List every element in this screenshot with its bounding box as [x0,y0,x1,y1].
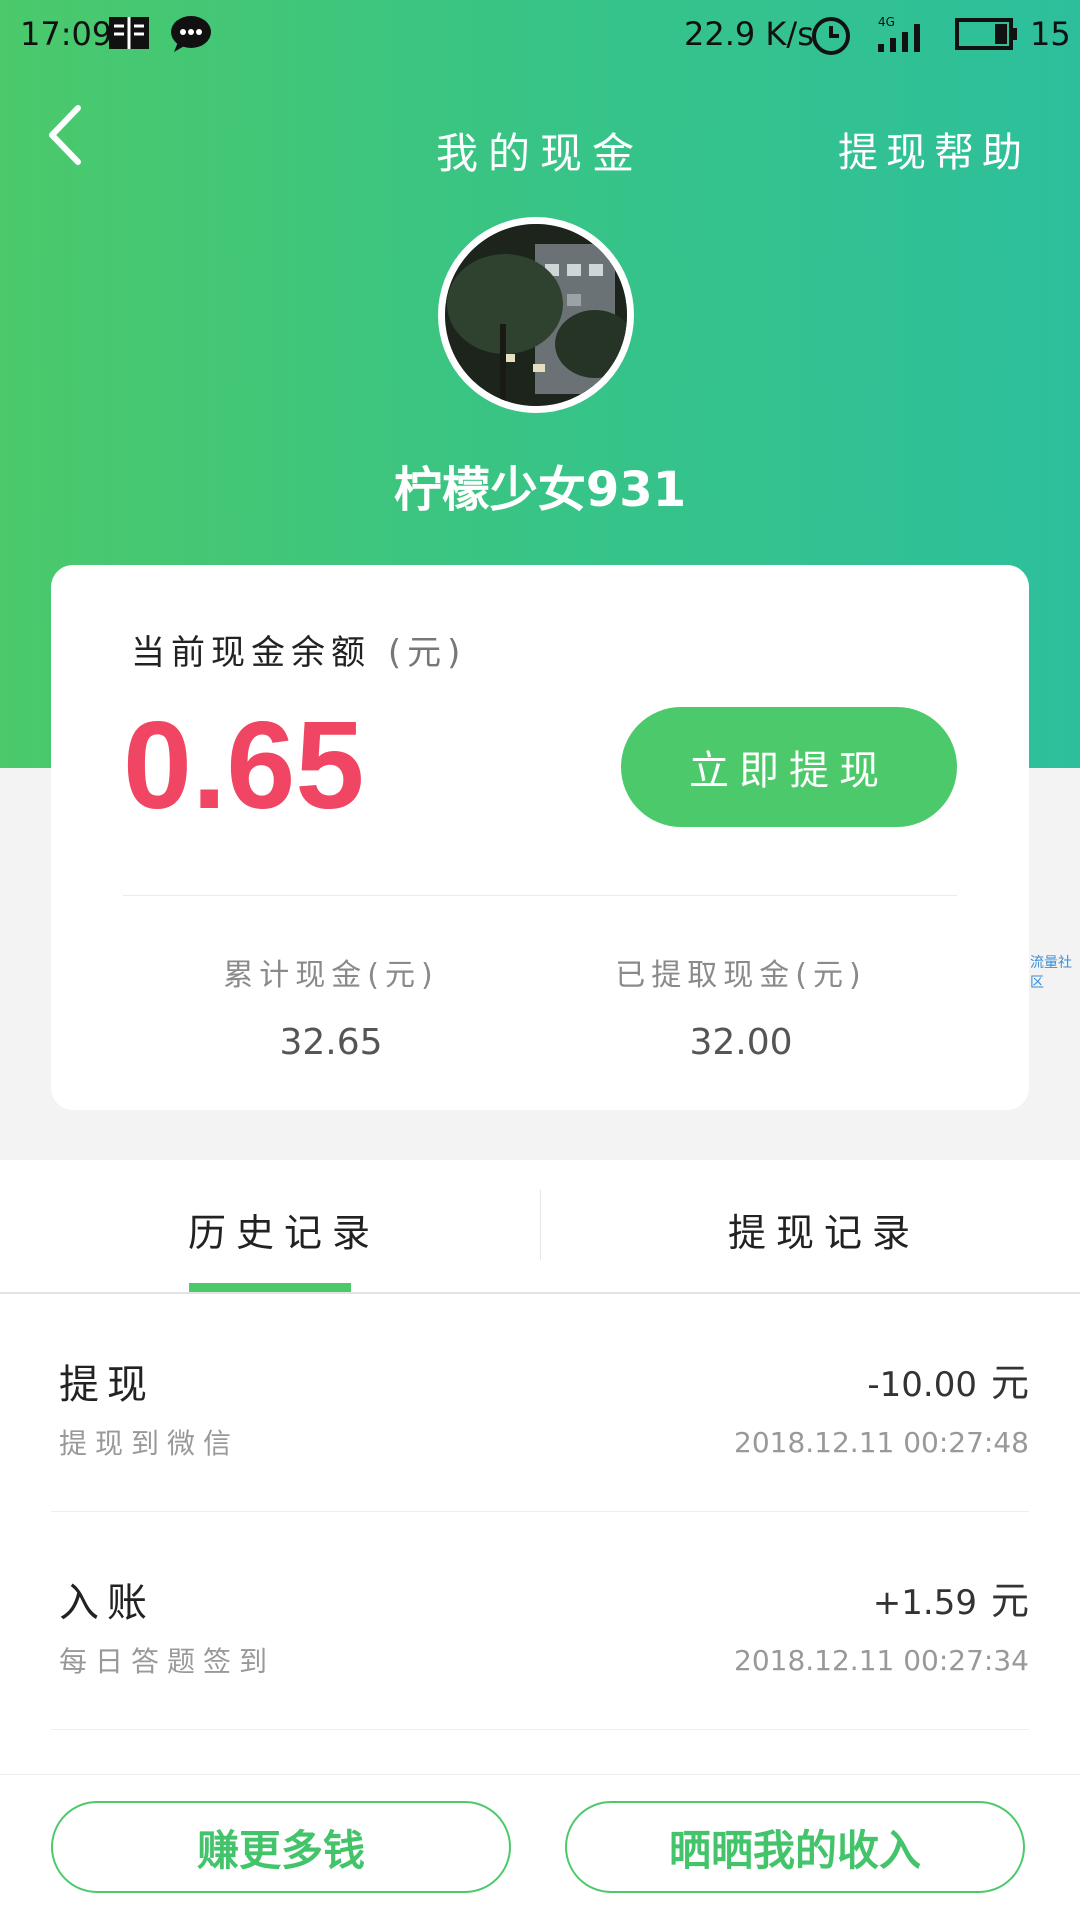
status-time: 17:09 [20,15,113,53]
watermark-text: 流量社区 [1030,955,1072,991]
battery-icon [955,14,1019,58]
record-amount-unit: 元 [990,1579,1029,1623]
record-list: 提现 提现到微信 -10.00 元 2018.12.11 00:27:48 入账 … [0,1294,1080,1774]
total-cash-label-text: 累计现金 [223,958,368,993]
withdrawn-cash-label-text: 已提取现金 [615,958,796,993]
record-amount: -10.00 元 [867,1352,1029,1407]
signal-icon: 4G [876,14,930,58]
withdrawn-cash-unit: (元) [795,958,867,993]
record-description: 提现到微信 [59,1427,240,1460]
tab-withdraw-records[interactable]: 提现记录 [728,1202,920,1257]
page-title: 我的现金 [435,129,644,178]
chevron-left-icon [49,105,81,165]
balance-label: 当前现金余额 (元) [131,625,466,674]
record-amount-value: -10.00 [867,1365,977,1405]
balance-card: 当前现金余额 (元) 0.65 立即提现 累计现金(元) 32.65 已提取现金… [51,565,1029,1110]
record-description: 每日答题签到 [59,1645,276,1678]
record-title: 提现 [59,1362,155,1408]
share-income-button[interactable]: 晒晒我的收入 [565,1801,1025,1893]
total-cash-label: 累计现金(元) [181,950,481,994]
avatar-photo [445,224,627,406]
withdrawn-cash-label: 已提取现金(元) [591,950,891,994]
list-item[interactable]: 入账 每日答题签到 +1.59 元 2018.12.11 00:27:34 [51,1512,1029,1730]
bottom-action-bar: 赚更多钱 晒晒我的收入 [0,1774,1080,1921]
svg-text:4G: 4G [878,15,895,29]
total-cash-stat: 累计现金(元) 32.65 [181,950,481,1063]
record-title: 入账 [59,1580,155,1626]
back-button[interactable] [40,100,100,170]
balance-value: 0.65 [123,697,365,835]
withdraw-help-link[interactable]: 提现帮助 [838,120,1030,178]
balance-label-text: 当前现金余额 [131,633,371,673]
record-tabs: 历史记录 提现记录 [0,1160,1080,1294]
record-amount-unit: 元 [990,1361,1029,1405]
chat-bubble-icon [170,14,212,58]
tab-history[interactable]: 历史记录 [188,1202,380,1257]
alarm-icon [810,14,852,60]
record-time: 2018.12.11 00:27:34 [734,1644,1029,1677]
tab-separator [540,1190,541,1260]
withdrawn-cash-value: 32.00 [689,1022,793,1063]
active-tab-indicator [189,1283,351,1292]
network-speed: 22.9 K/s [684,15,814,53]
status-bar: 17:09 22.9 K/s 4G 15 [0,0,1080,70]
withdrawn-cash-stat: 已提取现金(元) 32.00 [591,950,891,1063]
reader-icon [108,14,150,56]
record-amount-value: +1.59 [872,1583,977,1623]
record-amount: +1.59 元 [873,1570,1029,1625]
record-divider [51,1729,1029,1730]
battery-level: 15 [1030,15,1071,53]
avatar[interactable] [438,217,634,413]
username: 柠檬少女931 [393,462,687,518]
withdraw-now-button[interactable]: 立即提现 [621,707,957,827]
list-item[interactable]: 提现 提现到微信 -10.00 元 2018.12.11 00:27:48 [51,1294,1029,1512]
total-cash-unit: (元) [367,958,439,993]
balance-unit: (元) [387,633,467,673]
earn-more-button[interactable]: 赚更多钱 [51,1801,511,1893]
total-cash-value: 32.65 [279,1022,383,1063]
card-divider [123,895,957,896]
record-time: 2018.12.11 00:27:48 [734,1426,1029,1459]
